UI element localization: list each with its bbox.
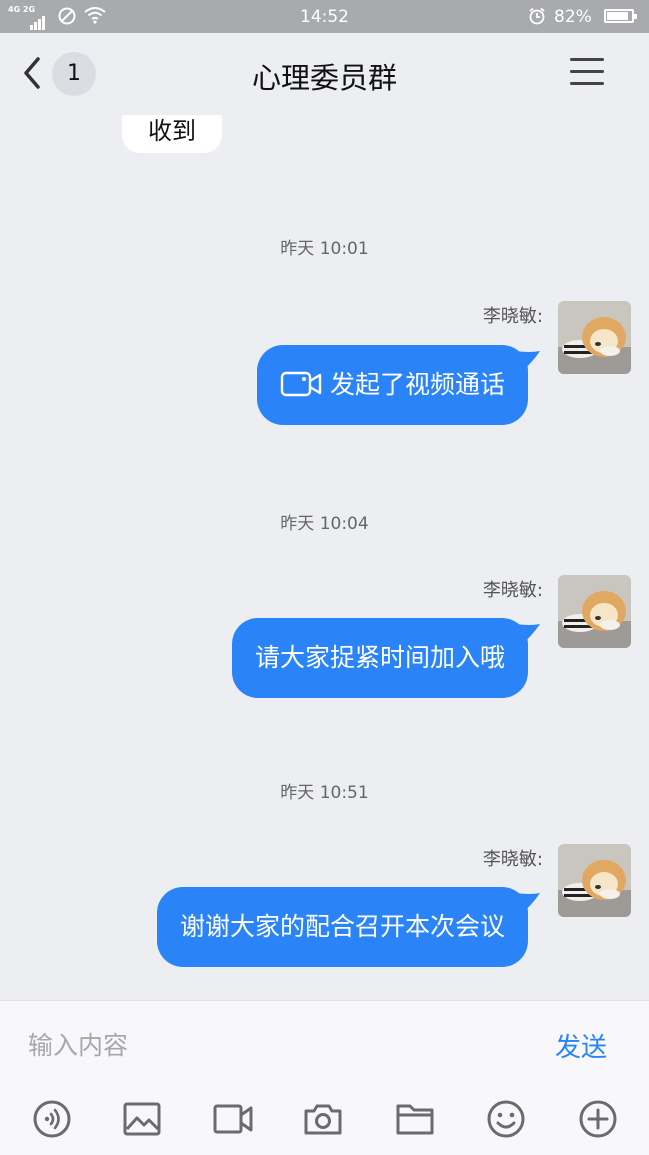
status-bar: 4G 2G 14:52 82% — [0, 0, 649, 33]
bubble-tail — [516, 624, 540, 646]
page-title: 心理委员群 — [251, 61, 397, 95]
sender-name: 李晓敏: — [482, 580, 543, 601]
message-input[interactable] — [28, 1027, 508, 1063]
battery-icon — [604, 9, 637, 23]
menu-icon[interactable] — [570, 58, 604, 86]
image-icon[interactable] — [120, 1097, 164, 1141]
message-text: 谢谢大家的配合召开本次会议 — [179, 912, 505, 941]
message-text: 发起了视频通话 — [329, 370, 505, 399]
battery-percent: 82% — [554, 7, 592, 27]
alarm-icon — [529, 7, 545, 25]
folder-icon[interactable] — [393, 1097, 437, 1141]
message-bubble-outgoing[interactable]: 谢谢大家的配合召开本次会议 — [156, 887, 540, 967]
chat-header: 1 心理委员群 — [0, 33, 649, 115]
video-camera-icon[interactable] — [211, 1097, 255, 1141]
message-timestamp: 昨天 10:04 — [280, 514, 369, 534]
avatar[interactable] — [558, 575, 631, 648]
emoji-icon[interactable] — [484, 1097, 528, 1141]
avatar[interactable] — [558, 844, 631, 917]
message-list[interactable]: 收到 昨天 10:01 李晓敏: 发起了视频通话 昨天 10:04 李晓敏: 请… — [0, 115, 649, 1000]
composer: 发送 — [0, 1000, 649, 1155]
message-text: 请大家捉紧时间加入哦 — [254, 643, 505, 672]
message-bubble-outgoing[interactable]: 请大家捉紧时间加入哦 — [231, 618, 540, 698]
camera-icon[interactable] — [301, 1097, 345, 1141]
bubble-tail — [516, 351, 540, 373]
message-timestamp: 昨天 10:51 — [280, 783, 369, 803]
send-button[interactable]: 发送 — [555, 1027, 607, 1064]
voice-icon[interactable] — [30, 1097, 74, 1141]
plus-icon[interactable] — [576, 1097, 620, 1141]
sender-name: 李晓敏: — [482, 306, 543, 327]
message-timestamp: 昨天 10:01 — [280, 239, 369, 259]
message-bubble-outgoing[interactable]: 发起了视频通话 — [256, 345, 540, 425]
clock: 14:52 — [300, 7, 349, 27]
message-bubble-incoming[interactable]: 收到 — [122, 115, 222, 153]
sender-name: 李晓敏: — [482, 849, 543, 870]
bubble-tail — [516, 893, 540, 915]
avatar[interactable] — [558, 301, 631, 374]
video-call-icon — [280, 371, 322, 397]
composer-toolbar — [0, 1097, 649, 1141]
